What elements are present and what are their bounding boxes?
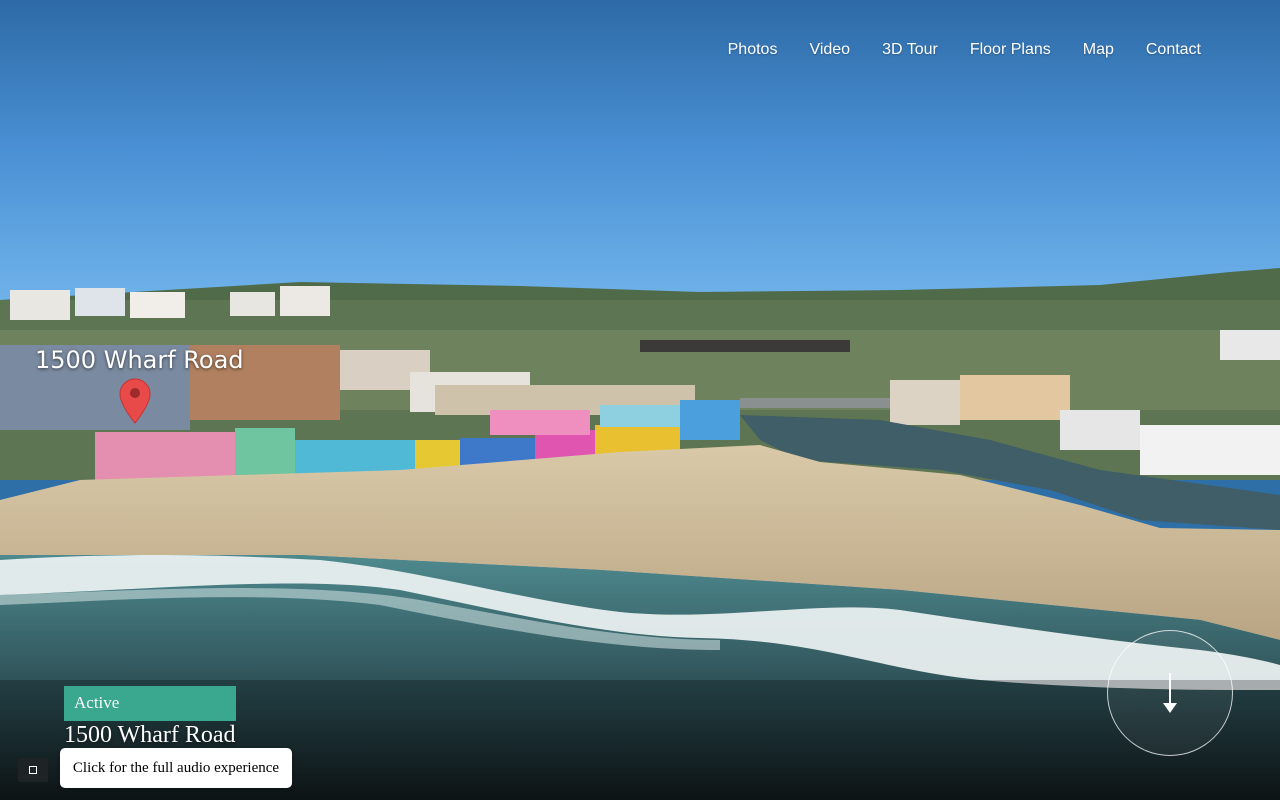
nav-3d-tour-link[interactable]: 3D Tour bbox=[882, 41, 938, 59]
hero-background-image bbox=[0, 0, 1280, 800]
nav-map-link[interactable]: Map bbox=[1083, 41, 1114, 59]
property-map-label: 1500 Wharf Road bbox=[35, 346, 244, 374]
property-address: 1500 Wharf Road bbox=[64, 722, 236, 748]
nav-contact-link[interactable]: Contact bbox=[1146, 41, 1201, 59]
main-nav: Photos Video 3D Tour Floor Plans Map Con… bbox=[696, 41, 1201, 59]
scroll-down-button[interactable] bbox=[1107, 630, 1233, 756]
nav-photos-link[interactable]: Photos bbox=[728, 41, 778, 59]
nav-video-link[interactable]: Video bbox=[809, 41, 850, 59]
map-pin-icon bbox=[119, 378, 151, 424]
audio-toggle-icon bbox=[29, 766, 37, 774]
nav-floor-plans-link[interactable]: Floor Plans bbox=[970, 41, 1051, 59]
audio-toggle-button[interactable] bbox=[18, 758, 48, 782]
arrow-down-icon bbox=[1163, 673, 1177, 713]
audio-experience-button[interactable]: Click for the full audio experience bbox=[60, 748, 292, 788]
status-badge: Active bbox=[64, 686, 236, 721]
